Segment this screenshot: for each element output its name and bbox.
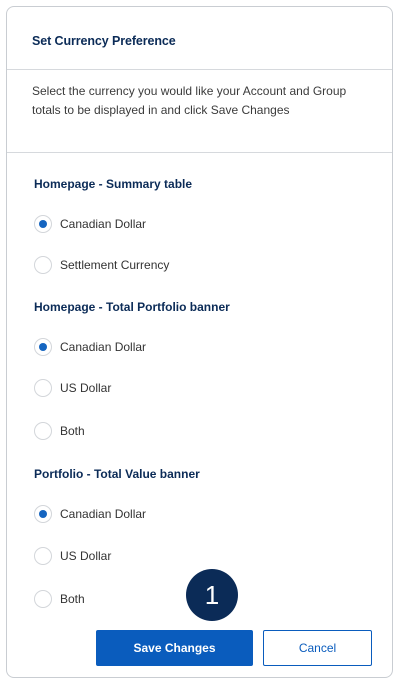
radio-button[interactable] <box>34 379 52 397</box>
section-title-portfolio-value-banner: Portfolio - Total Value banner <box>34 467 200 481</box>
radio-button[interactable] <box>34 547 52 565</box>
panel-header: Set Currency Preference <box>7 7 392 70</box>
section-title-homepage-portfolio-banner: Homepage - Total Portfolio banner <box>34 300 230 314</box>
intro-section: Select the currency you would like your … <box>7 70 392 153</box>
radio-label: Both <box>60 592 85 606</box>
radio-button[interactable] <box>34 256 52 274</box>
radio-option-value-us-dollar[interactable]: US Dollar <box>34 545 111 567</box>
radio-button[interactable] <box>34 505 52 523</box>
radio-label: Settlement Currency <box>60 258 170 272</box>
radio-label: US Dollar <box>60 381 112 395</box>
radio-label: Canadian Dollar <box>60 217 147 231</box>
step-callout-badge: 1 <box>186 569 238 621</box>
intro-text: Select the currency you would like your … <box>32 84 347 117</box>
radio-option-value-canadian-dollar[interactable]: Canadian Dollar <box>34 503 146 525</box>
radio-label: Canadian Dollar <box>60 507 147 521</box>
panel-title: Set Currency Preference <box>32 34 176 48</box>
section-title-homepage-summary: Homepage - Summary table <box>34 177 193 191</box>
cancel-button[interactable]: Cancel <box>263 630 372 666</box>
radio-button[interactable] <box>34 215 52 233</box>
radio-option-banner-both[interactable]: Both <box>34 420 85 442</box>
radio-option-summary-settlement-currency[interactable]: Settlement Currency <box>34 254 169 276</box>
radio-button[interactable] <box>34 422 52 440</box>
radio-option-value-both[interactable]: Both <box>34 588 85 610</box>
radio-button[interactable] <box>34 338 52 356</box>
radio-label: US Dollar <box>60 549 112 563</box>
radio-option-banner-canadian-dollar[interactable]: Canadian Dollar <box>34 336 146 358</box>
radio-button[interactable] <box>34 590 52 608</box>
radio-label: Canadian Dollar <box>60 340 147 354</box>
radio-option-summary-canadian-dollar[interactable]: Canadian Dollar <box>34 213 146 235</box>
save-changes-button[interactable]: Save Changes <box>96 630 253 666</box>
radio-option-banner-us-dollar[interactable]: US Dollar <box>34 377 111 399</box>
radio-label: Both <box>60 424 85 438</box>
